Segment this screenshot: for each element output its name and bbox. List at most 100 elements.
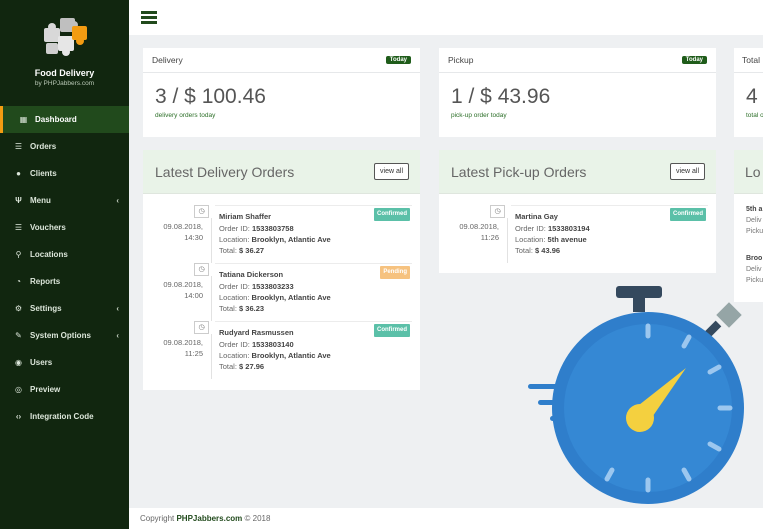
stopwatch-illustration-icon (528, 286, 744, 504)
view-all-button[interactable]: view all (374, 163, 409, 180)
footer-brand-link[interactable]: PHPJabbers.com (176, 514, 242, 523)
sidebar-item-settings[interactable]: ⚙ Settings ‹ (0, 295, 129, 322)
stat-value: 1 / $ 43.96 (451, 85, 551, 108)
panel-title: Latest Delivery Orders (155, 163, 295, 180)
stat-subtitle: delivery orders today (155, 112, 216, 119)
status-badge: Pending (380, 266, 410, 279)
sidebar-item-label: Settings (30, 304, 62, 313)
list-item[interactable]: 09.08.2018, 14:30 ◷ Miriam Shaffer Order … (143, 205, 413, 263)
clock-icon: ◷ (490, 205, 505, 218)
view-all-button[interactable]: view all (670, 163, 705, 180)
status-badge: Confirmed (374, 208, 410, 221)
today-badge: Today (385, 56, 411, 64)
gears-icon: ⚙ (14, 304, 23, 313)
total-label: Total: (219, 362, 237, 371)
sidebar: Food Delivery by PHPJabbers.com ▦ Dashbo… (0, 0, 129, 529)
sidebar-item-integration-code[interactable]: ‹› Integration Code (0, 403, 129, 430)
clock-icon: ◷ (194, 263, 209, 276)
sidebar-item-label: Users (30, 358, 53, 367)
wrench-icon: ✎ (15, 331, 22, 340)
chevron-left-icon: ‹ (116, 331, 119, 340)
stat-title: Pickup (448, 55, 474, 65)
sidebar-item-preview[interactable]: ◎ Preview (0, 376, 129, 403)
today-badge: Today (681, 56, 707, 64)
total-label: Total: (515, 246, 533, 255)
sidebar-item-label: Integration Code (30, 412, 94, 421)
status-badge: Confirmed (374, 324, 410, 337)
location-label: Location: (219, 351, 250, 360)
user-icon: ● (16, 169, 21, 178)
order-location: Brooklyn, Atlantic Ave (251, 235, 331, 244)
sidebar-item-label: Vouchers (30, 223, 66, 232)
sidebar-item-label: Dashboard (35, 115, 77, 124)
sidebar-item-menu[interactable]: Ψ Menu ‹ (0, 187, 129, 214)
sidebar-item-label: System Options (30, 331, 91, 340)
sidebar-item-users[interactable]: ◉ Users (0, 349, 129, 376)
order-id-label: Order ID: (515, 224, 546, 233)
puzzle-logo-icon (38, 14, 92, 60)
order-total: $ 27.96 (239, 362, 265, 371)
sidebar-item-locations[interactable]: ⚲ Locations (0, 241, 129, 268)
location-label: Location: (515, 235, 546, 244)
order-date: 09.08.2018, (163, 280, 203, 289)
map-marker-icon: ⚲ (15, 250, 22, 259)
order-total: $ 43.96 (535, 246, 561, 255)
order-date: 09.08.2018, (459, 222, 499, 231)
order-location: 5th avenue (547, 235, 587, 244)
dashboard-icon: ▦ (19, 115, 28, 124)
sidebar-item-system-options[interactable]: ✎ System Options ‹ (0, 322, 129, 349)
total-label: Total: (219, 304, 237, 313)
sidebar-item-label: Preview (30, 385, 61, 394)
stat-value: 3 / $ 100.46 (155, 85, 266, 108)
list-item[interactable]: 09.08.2018, 11:25 ◷ Rudyard Rasmussen Ord… (143, 321, 413, 379)
brand-title: Food Delivery (34, 68, 95, 78)
cutlery-icon: Ψ (15, 196, 22, 205)
footer-suffix: © 2018 (242, 514, 271, 523)
users-icon: ◉ (15, 358, 22, 367)
item-name: 5th a (746, 206, 763, 213)
chevron-left-icon: ‹ (116, 304, 119, 313)
sidebar-item-vouchers[interactable]: ☰ Vouchers (0, 214, 129, 241)
brand: Food Delivery by PHPJabbers.com (0, 0, 129, 106)
total-stat-card: Total 4 total o (734, 48, 763, 137)
sidebar-item-label: Reports (30, 277, 61, 286)
sidebar-item-dashboard[interactable]: ▦ Dashboard (0, 106, 129, 133)
footer: Copyright PHPJabbers.com © 2018 (129, 508, 763, 529)
top-bar (129, 0, 763, 35)
list-item[interactable]: 09.08.2018, 14:00 ◷ Tatiana Dickerson Ord… (143, 263, 413, 321)
sidebar-item-clients[interactable]: ● Clients (0, 160, 129, 187)
location-label: Location: (219, 293, 250, 302)
order-time: 11:25 (184, 349, 203, 358)
clock-icon: ◷ (194, 321, 209, 334)
order-id: 1533803233 (251, 282, 294, 291)
order-date: 09.08.2018, (163, 338, 203, 347)
sidebar-item-reports[interactable]: ◔ Reports (0, 268, 129, 295)
order-total: $ 36.23 (239, 304, 265, 313)
status-badge: Confirmed (670, 208, 706, 221)
stat-title: Total (742, 55, 760, 65)
list-item: Broo Deliv Picku (734, 237, 763, 286)
order-id: 1533803140 (251, 340, 294, 349)
sidebar-item-label: Locations (30, 250, 68, 259)
footer-prefix: Copyright (140, 514, 177, 523)
item-line: Picku (746, 228, 763, 235)
stat-subtitle: pick-up order today (451, 112, 507, 119)
sidebar-item-label: Clients (30, 169, 57, 178)
total-label: Total: (219, 246, 237, 255)
list-item[interactable]: 09.08.2018, 11:26 ◷ Martina Gay Order ID:… (439, 205, 709, 263)
order-total: $ 36.27 (239, 246, 265, 255)
order-time: 11:26 (480, 233, 499, 242)
latest-pickup-orders-panel: Latest Pick-up Orders view all 09.08.201… (439, 150, 716, 273)
sidebar-item-label: Menu (30, 196, 51, 205)
list-icon: ☰ (14, 223, 23, 232)
stat-title: Delivery (152, 55, 183, 65)
clock-icon: ◷ (194, 205, 209, 218)
order-id-label: Order ID: (219, 282, 250, 291)
sidebar-item-orders[interactable]: ☰ Orders (0, 133, 129, 160)
order-id: 1533803758 (251, 224, 294, 233)
item-line: Deliv (746, 217, 762, 224)
order-id: 1533803194 (547, 224, 590, 233)
sidebar-nav: ▦ Dashboard ☰ Orders ● Clients Ψ Menu ‹ … (0, 106, 129, 430)
hamburger-menu-icon[interactable] (141, 11, 157, 24)
stat-subtitle: total o (746, 112, 763, 119)
